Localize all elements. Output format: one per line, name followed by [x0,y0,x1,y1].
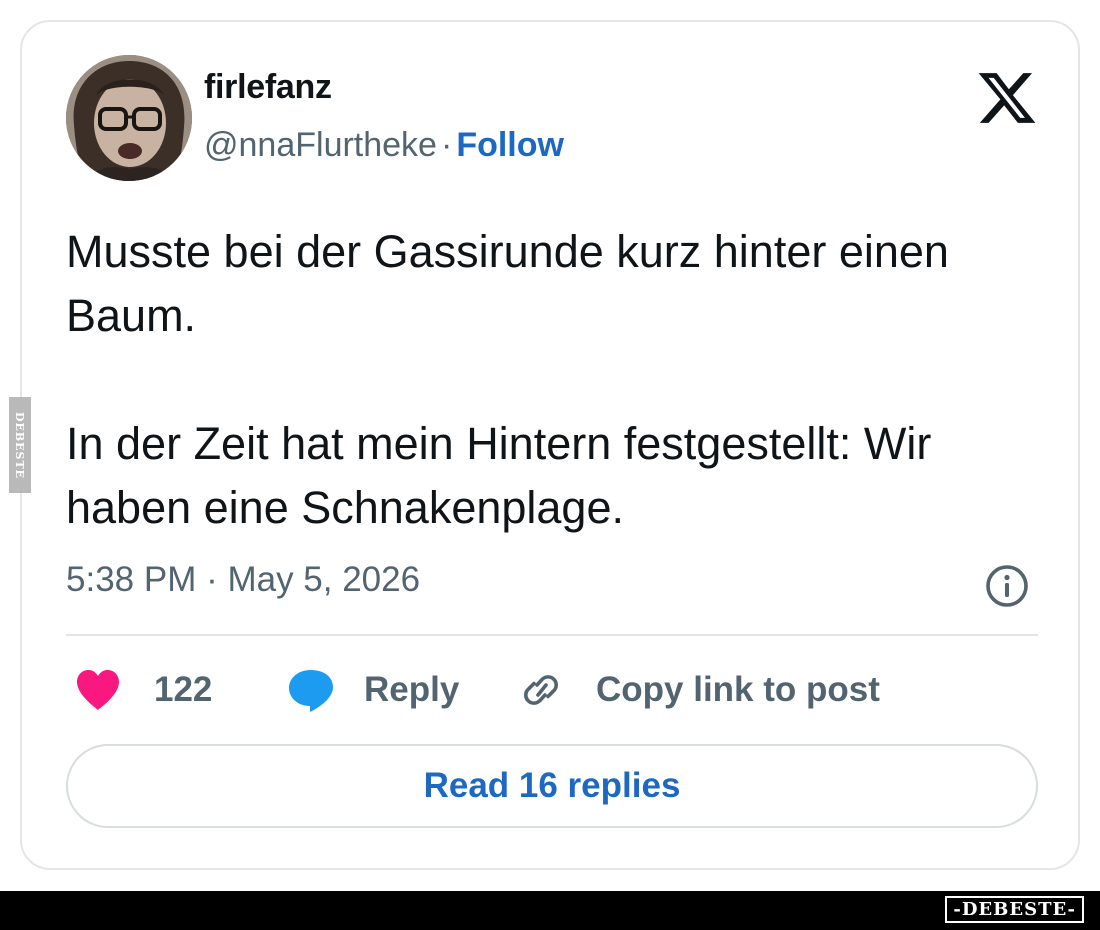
separator-dot: · [440,126,453,164]
display-name[interactable]: firlefanz [204,68,332,107]
action-bar: 122 Reply Copy link to post [66,662,1038,718]
page: firlefanz @nnaFlurtheke · Follow Musste be… [0,0,1100,930]
avatar-photo [66,55,192,181]
tweet-card: firlefanz @nnaFlurtheke · Follow Musste be… [20,20,1080,870]
tweet-text: Musste bei der Gassirunde kurz hinter ei… [66,220,1046,540]
x-logo-icon[interactable] [978,72,1036,124]
divider [66,634,1038,636]
avatar[interactable] [66,55,192,181]
read-replies-button[interactable]: Read 16 replies [66,744,1038,828]
tweet-paragraph-2: In der Zeit hat mein Hintern festgestell… [66,418,932,533]
like-button[interactable]: 122 [74,662,212,718]
follow-button[interactable]: Follow [456,126,564,164]
tweet-paragraph-1: Musste bei der Gassirunde kurz hinter ei… [66,226,949,341]
handle-row: @nnaFlurtheke · Follow [204,126,564,165]
copy-link-label: Copy link to post [596,670,880,709]
user-handle[interactable]: @nnaFlurtheke [204,126,437,164]
reply-button[interactable]: Reply [286,662,459,718]
copy-link-button[interactable]: Copy link to post [516,662,880,718]
like-count: 122 [154,670,213,709]
read-replies-label: Read 16 replies [423,766,681,805]
info-icon[interactable] [984,563,1030,609]
side-watermark: DEBESTE [9,397,31,493]
side-watermark-text: DEBESTE [13,411,27,479]
speech-bubble-icon [289,670,333,712]
reply-label: Reply [364,670,460,709]
heart-icon [77,670,119,710]
brand-logo: -DEBESTE- [945,896,1084,923]
link-icon [524,675,558,705]
tweet-timestamp[interactable]: 5:38 PM · May 5, 2026 [66,560,420,600]
bottom-banner: -DEBESTE- [0,891,1100,930]
